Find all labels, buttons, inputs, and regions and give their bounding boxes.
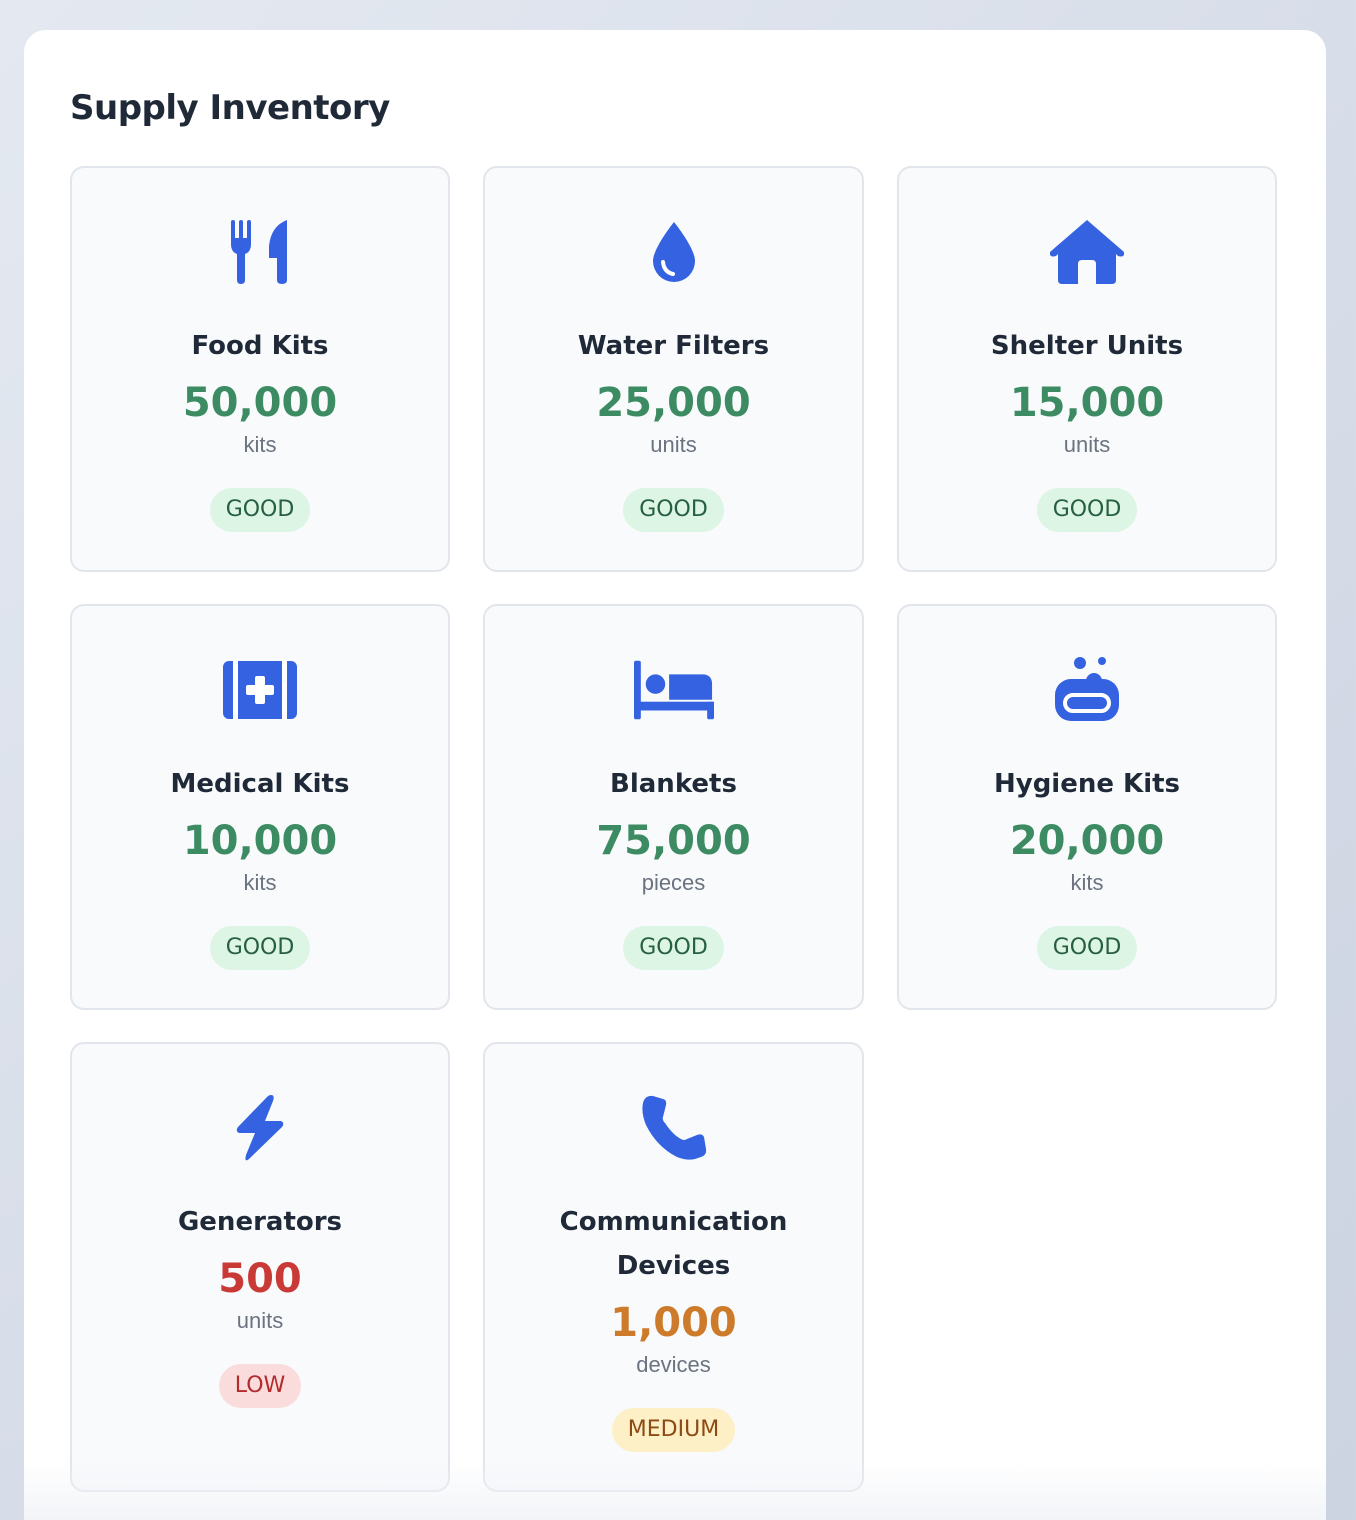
soap-icon (1047, 656, 1127, 724)
supply-card-hygiene-kits: Hygiene Kits 20,000 kits GOOD (897, 604, 1277, 1010)
supply-name: Water Filters (577, 331, 770, 361)
supply-card-food-kits: Food Kits 50,000 kits GOOD (70, 166, 450, 572)
supply-card-generators: Generators 500 units LOW (70, 1042, 450, 1492)
lightning-bolt-icon (220, 1094, 300, 1162)
supply-card-medical-kits: Medical Kits 10,000 kits GOOD (70, 604, 450, 1010)
supply-unit: units (236, 1308, 284, 1333)
medical-kit-icon (220, 656, 300, 724)
supply-name: Blankets (610, 769, 737, 799)
supply-unit: kits (243, 432, 277, 457)
supply-card-water-filters: Water Filters 25,000 units GOOD (483, 166, 864, 572)
supply-name: Generators (177, 1207, 343, 1237)
supply-quantity: 15,000 (1009, 380, 1165, 426)
supply-quantity: 50,000 (182, 380, 338, 426)
supply-quantity: 75,000 (596, 818, 751, 864)
page-title: Supply Inventory (70, 88, 390, 128)
status-badge: GOOD (623, 926, 724, 970)
supply-name: Food Kits (191, 331, 329, 361)
utensils-icon (220, 218, 300, 286)
supply-unit: pieces (641, 870, 706, 895)
supply-card-blankets: Blankets 75,000 pieces GOOD (483, 604, 864, 1010)
supply-inventory-panel: Supply Inventory Food Kits 50,000 kits G… (24, 30, 1326, 1520)
supply-card-shelter-units: Shelter Units 15,000 units GOOD (897, 166, 1277, 572)
supply-quantity: 10,000 (182, 818, 338, 864)
water-drop-icon (634, 218, 714, 286)
supply-grid: Food Kits 50,000 kits GOOD Water Filters… (70, 166, 1280, 1492)
supply-quantity: 1,000 (610, 1300, 737, 1346)
status-badge: GOOD (623, 488, 724, 532)
supply-card-communication-devices: Communication Devices 1,000 devices MEDI… (483, 1042, 864, 1492)
supply-name: Hygiene Kits (993, 769, 1181, 799)
phone-icon (634, 1094, 714, 1162)
status-badge: GOOD (1036, 488, 1138, 532)
supply-unit: units (1063, 432, 1111, 457)
status-badge: GOOD (1036, 926, 1138, 970)
supply-name: Shelter Units (990, 331, 1184, 361)
supply-quantity: 20,000 (1009, 818, 1165, 864)
supply-unit: devices (636, 1352, 711, 1377)
status-badge: GOOD (209, 926, 311, 970)
house-icon (1047, 218, 1127, 286)
bed-icon (633, 656, 714, 724)
status-badge: LOW (218, 1364, 302, 1408)
supply-quantity: 500 (218, 1256, 302, 1302)
status-badge: MEDIUM (611, 1408, 736, 1452)
supply-unit: units (650, 432, 697, 457)
supply-unit: kits (1070, 870, 1104, 895)
supply-quantity: 25,000 (596, 380, 751, 426)
supply-name: Medical Kits (170, 769, 350, 799)
supply-name: Communication Devices (559, 1207, 788, 1281)
status-badge: GOOD (209, 488, 311, 532)
supply-unit: kits (243, 870, 277, 895)
